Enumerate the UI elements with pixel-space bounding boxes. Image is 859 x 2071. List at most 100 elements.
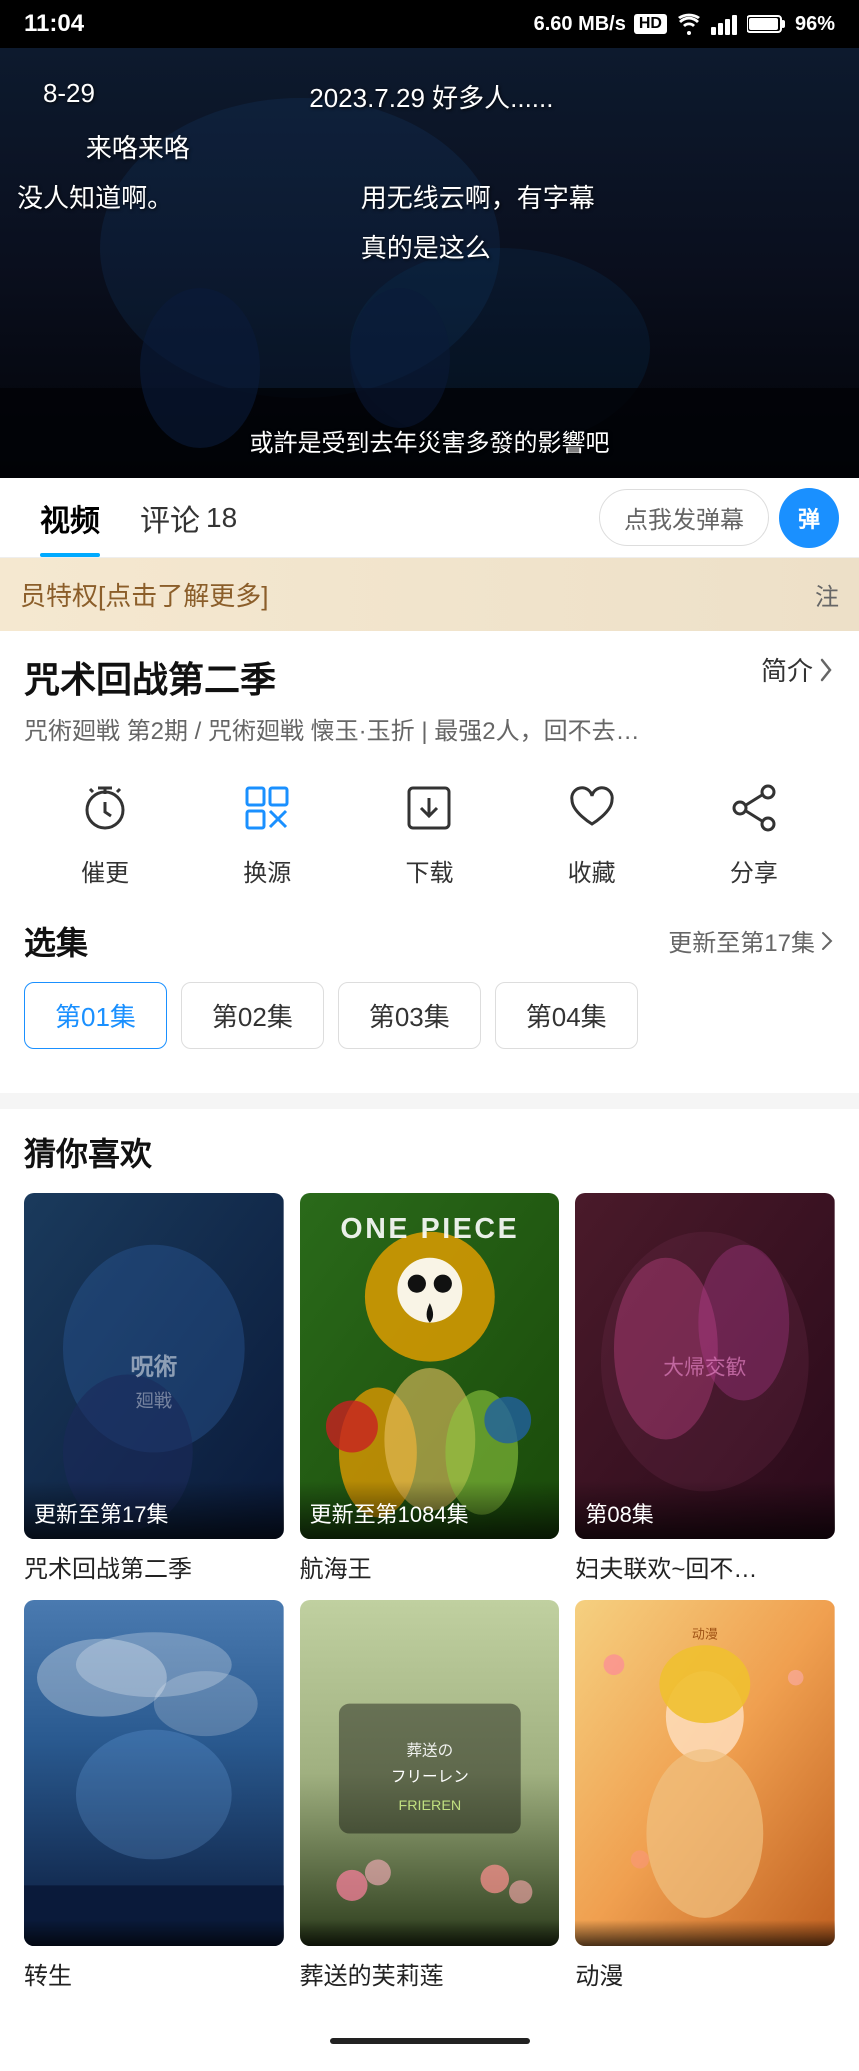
recommend-card-5[interactable]: 葬送の フリーレン FRIEREN 葬送的芙莉莲 — [300, 1600, 560, 1991]
action-source[interactable]: 换源 — [232, 773, 302, 888]
card-title-5: 葬送的芙莉莲 — [300, 1956, 560, 1991]
card-title-3: 妇夫联欢~回不… — [575, 1549, 835, 1584]
wifi-icon — [675, 13, 703, 35]
recommend-title: 猜你喜欢 — [24, 1129, 835, 1175]
comment-1: 8-29 — [43, 78, 95, 109]
action-buttons: 催更 换源 下载 — [24, 773, 835, 888]
action-collect[interactable]: 收藏 — [557, 773, 627, 888]
comment-count: 18 — [206, 502, 237, 534]
chevron-right-small-icon — [819, 929, 835, 953]
card-thumb-1: 呪術 廻戦 更新至第17集 — [24, 1193, 284, 1539]
intro-link[interactable]: 简介 — [761, 651, 835, 688]
comment-2: 2023.7.29 好多人...... — [309, 78, 553, 115]
action-source-label: 换源 — [243, 853, 291, 888]
svg-text:呪術: 呪術 — [130, 1352, 177, 1379]
action-collect-label: 收藏 — [568, 853, 616, 888]
episode-list: 第01集 第02集 第03集 第04集 — [24, 982, 835, 1049]
card-thumb-2: ONE PIECE 更新至第1084集 — [300, 1193, 560, 1539]
danmu-input-button[interactable]: 点我发弹幕 — [599, 489, 769, 546]
episode-header: 选集 更新至第17集 — [24, 918, 835, 964]
recommend-card-4[interactable]: 转生 — [24, 1600, 284, 1991]
svg-text:フリーレン: フリーレン — [391, 1768, 469, 1785]
episode-title: 选集 — [24, 918, 88, 964]
action-share-label: 分享 — [730, 853, 778, 888]
recommend-card-6[interactable]: 动漫 动漫 — [575, 1600, 835, 1991]
episode-section: 选集 更新至第17集 第01集 第02集 第03集 第04集 — [24, 918, 835, 1049]
svg-text:动漫: 动漫 — [692, 1627, 718, 1642]
anime-title: 咒术回战第二季 — [24, 651, 276, 703]
svg-text:葬送の: 葬送の — [406, 1741, 453, 1759]
danmu-area: 点我发弹幕 弹 — [599, 488, 839, 548]
tab-bar: 视频 评论 18 点我发弹幕 弹 — [0, 478, 859, 558]
svg-text:大帰交歓: 大帰交歓 — [664, 1356, 747, 1379]
danmu-icon-button[interactable]: 弹 — [779, 488, 839, 548]
svg-text:廻戦: 廻戦 — [136, 1391, 172, 1411]
episode-item-3[interactable]: 第03集 — [338, 982, 481, 1049]
svg-text:ONE PIECE: ONE PIECE — [340, 1213, 519, 1245]
card-title-6: 动漫 — [575, 1956, 835, 1991]
card-thumb-5: 葬送の フリーレン FRIEREN — [300, 1600, 560, 1946]
recommend-card-3[interactable]: 大帰交歓 第08集 妇夫联欢~回不… — [575, 1193, 835, 1584]
download-icon — [394, 773, 464, 843]
home-indicator — [330, 2038, 530, 2044]
tab-video[interactable]: 视频 — [20, 478, 120, 557]
anime-tags: 咒術廻戦 第2期 / 咒術廻戦 懐玉·玉折 | 最强2人，回不去… — [24, 715, 835, 749]
battery-pct: 96% — [795, 13, 835, 36]
heart-icon — [557, 773, 627, 843]
card-badge-5 — [300, 1920, 560, 1946]
card-thumb-3: 大帰交歓 第08集 — [575, 1193, 835, 1539]
comment-3: 来咯来咯 — [86, 128, 190, 165]
clock-icon — [70, 773, 140, 843]
battery-icon — [747, 13, 787, 35]
video-background: 8-29 2023.7.29 好多人...... 来咯来咯 没人知道啊。 用无线… — [0, 48, 859, 478]
card-title-1: 咒术回战第二季 — [24, 1549, 284, 1584]
bottom-bar — [0, 2011, 859, 2071]
recommend-card-1[interactable]: 呪術 廻戦 更新至第17集 咒术回战第二季 — [24, 1193, 284, 1584]
chevron-right-icon — [817, 656, 835, 684]
hd-badge: HD — [634, 14, 667, 34]
card-title-2: 航海王 — [300, 1549, 560, 1584]
video-comments: 8-29 2023.7.29 好多人...... 来咯来咯 没人知道啊。 用无线… — [0, 48, 859, 418]
episode-item-4[interactable]: 第04集 — [495, 982, 638, 1049]
recommend-card-2[interactable]: ONE PIECE 更新至第1084集 航海王 — [300, 1193, 560, 1584]
status-icons: 6.60 MB/s HD 96% — [534, 13, 835, 36]
action-remind-label: 催更 — [81, 853, 129, 888]
card-thumb-6: 动漫 — [575, 1600, 835, 1946]
status-time: 11:04 — [24, 10, 84, 38]
card-badge-6 — [575, 1920, 835, 1946]
card-badge-1: 更新至第17集 — [24, 1481, 284, 1539]
video-subtitle: 或許是受到去年災害多發的影響吧 — [250, 423, 610, 458]
episode-item-2[interactable]: 第02集 — [181, 982, 324, 1049]
member-banner[interactable]: 员特权[点击了解更多] 注 — [0, 558, 859, 631]
card-thumb-4 — [24, 1600, 284, 1946]
danmu-icon-label: 弹 — [798, 502, 820, 534]
action-download[interactable]: 下载 — [394, 773, 464, 888]
content-area: 咒术回战第二季 简介 咒術廻戦 第2期 / 咒術廻戦 懐玉·玉折 | 最强2人，… — [0, 631, 859, 1093]
card-badge-3: 第08集 — [575, 1481, 835, 1539]
title-section: 咒术回战第二季 简介 — [24, 651, 835, 703]
share-icon — [719, 773, 789, 843]
switch-icon — [232, 773, 302, 843]
svg-text:FRIEREN: FRIEREN — [398, 1798, 461, 1814]
network-speed: 6.60 MB/s — [534, 13, 626, 36]
comment-6: 真的是这么 — [361, 228, 491, 265]
recommend-grid: 呪術 廻戦 更新至第17集 咒术回战第二季 — [24, 1193, 835, 1991]
member-banner-right: 注 — [815, 577, 839, 612]
status-bar: 11:04 6.60 MB/s HD 96% — [0, 0, 859, 48]
episode-item-1[interactable]: 第01集 — [24, 982, 167, 1049]
action-share[interactable]: 分享 — [719, 773, 789, 888]
comment-4: 没人知道啊。 — [17, 178, 173, 215]
action-download-label: 下载 — [405, 853, 453, 888]
video-player[interactable]: 8-29 2023.7.29 好多人...... 来咯来咯 没人知道啊。 用无线… — [0, 48, 859, 478]
signal-icon — [711, 13, 739, 35]
section-divider — [0, 1093, 859, 1109]
card-title-4: 转生 — [24, 1956, 284, 1991]
tab-comment[interactable]: 评论 18 — [120, 478, 257, 557]
recommend-section: 猜你喜欢 呪術 廻戦 更新至第17集 — [0, 1109, 859, 2011]
card-badge-4 — [24, 1920, 284, 1946]
comment-5: 用无线云啊，有字幕 — [361, 178, 595, 215]
member-banner-text: 员特权[点击了解更多] — [20, 576, 268, 613]
episode-more[interactable]: 更新至第17集 — [668, 923, 835, 958]
action-remind[interactable]: 催更 — [70, 773, 140, 888]
card-badge-2: 更新至第1084集 — [300, 1481, 560, 1539]
